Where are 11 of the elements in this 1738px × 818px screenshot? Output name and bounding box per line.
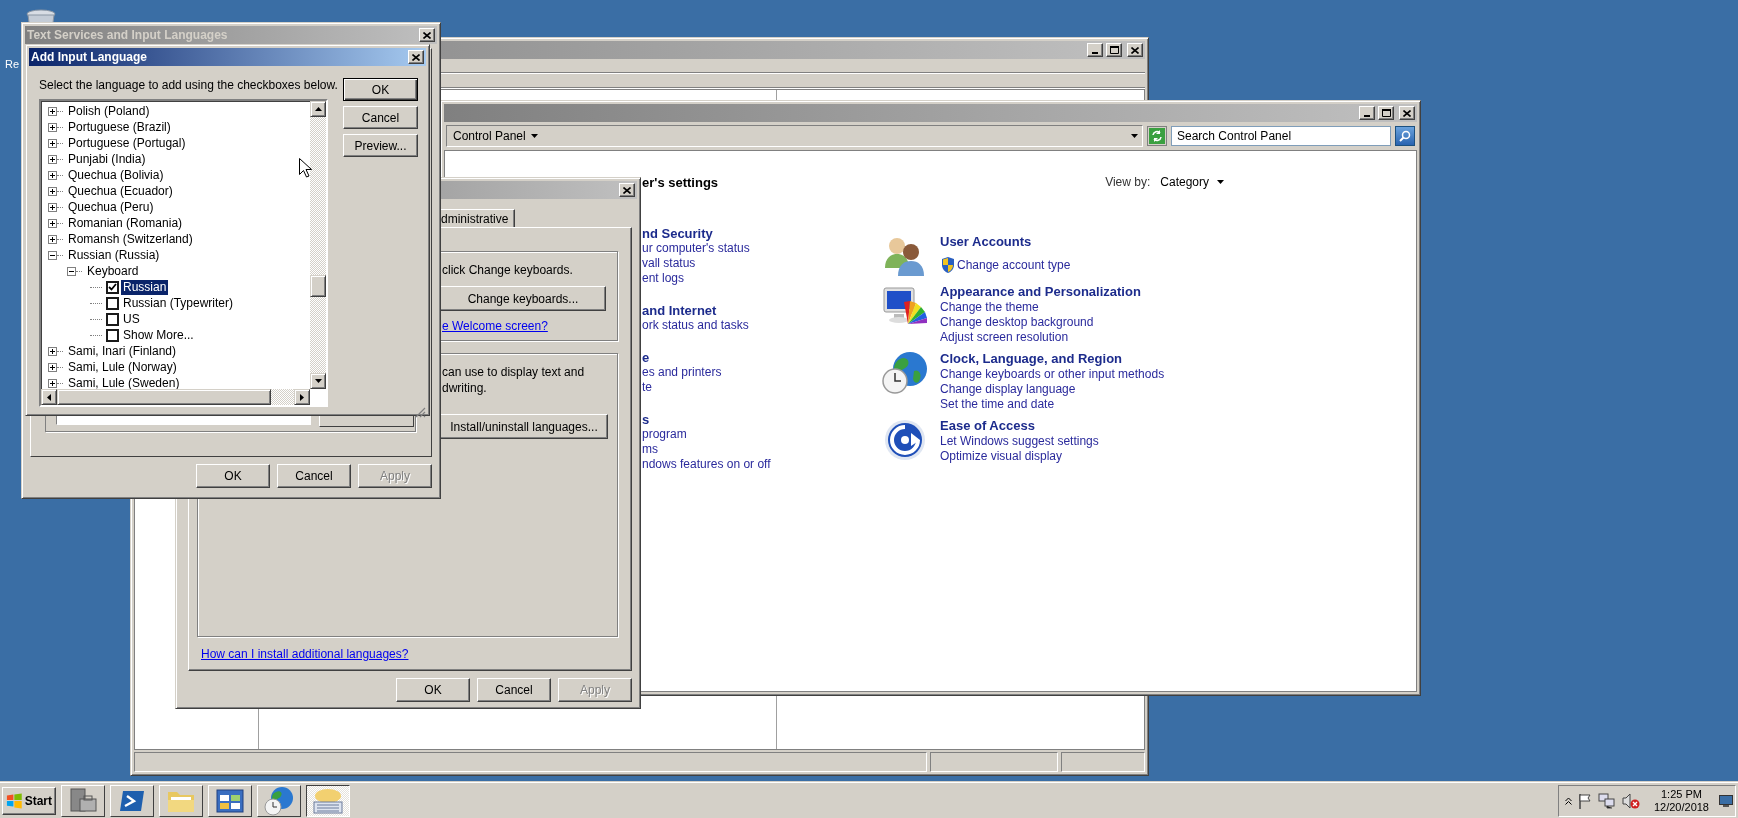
window-title: Text Services and Input Languages [27,28,228,42]
view-by-label: View by: [1105,175,1151,189]
desktop-icon-label: Re [5,58,20,70]
clock-date: 12/20/2018 [1653,800,1709,814]
page-heading: er's settings [642,174,719,190]
description-text: dwriting. [442,380,487,396]
instruction-text: click Change keyboards. [442,262,573,278]
instruction-text: Select the language to add using the checkboxes below. [39,78,338,92]
description-text: can use to display text and [442,364,585,380]
clock-time: 1:25 PM [1661,787,1702,801]
window-title: Add Input Language [31,50,147,64]
